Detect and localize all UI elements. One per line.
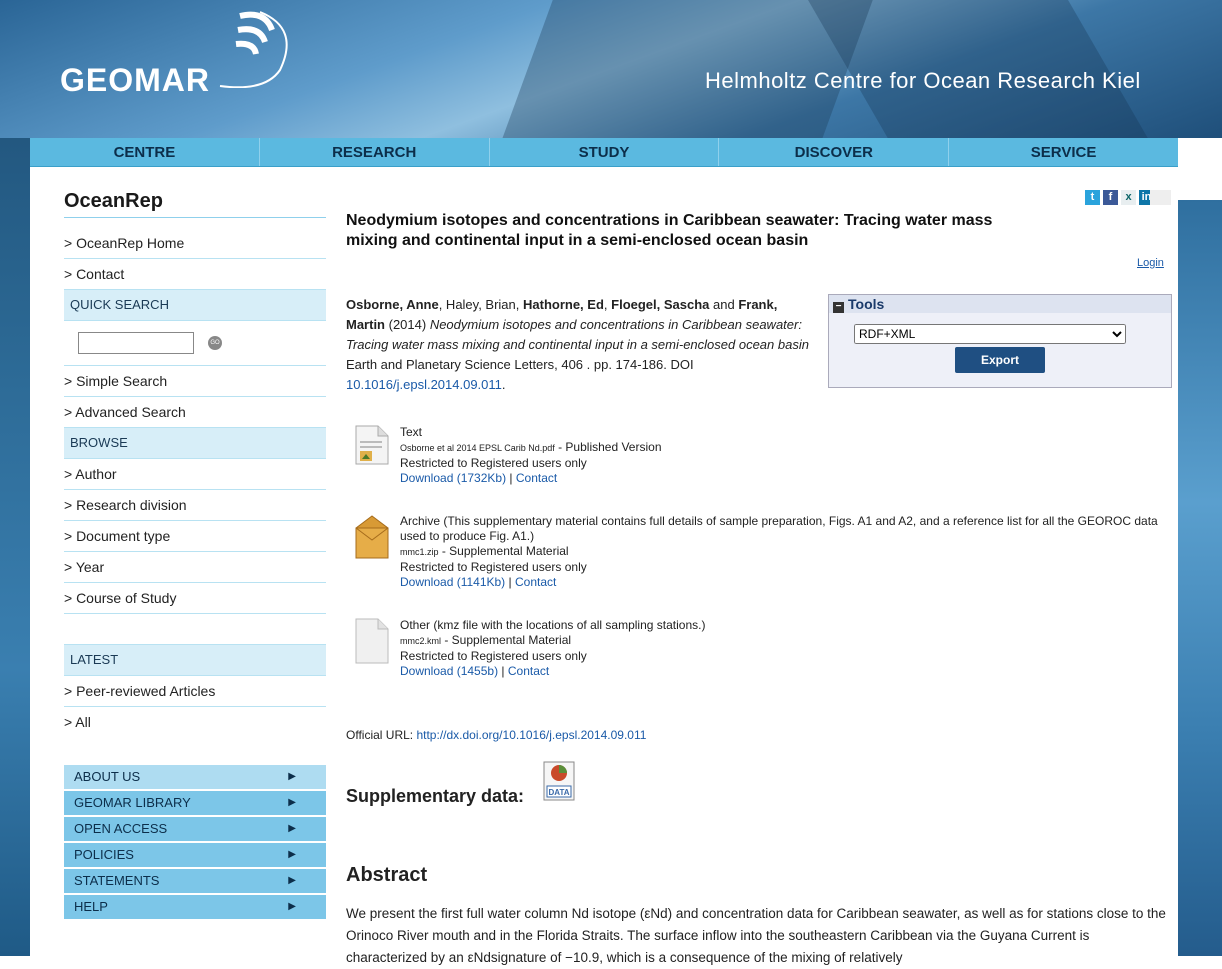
data-icon[interactable]: DATA — [542, 760, 576, 802]
export-format-select[interactable]: RDF+XML — [854, 324, 1126, 344]
page-background-right — [1178, 200, 1222, 956]
sidebar-item-author[interactable]: > Author — [64, 459, 326, 490]
sidebar: OceanRep > OceanRep Home > Contact QUICK… — [64, 190, 326, 921]
arrow-right-icon: ▶ — [288, 797, 296, 808]
quick-search-input[interactable] — [78, 332, 194, 354]
doi-link[interactable]: 10.1016/j.epsl.2014.09.011 — [346, 377, 502, 392]
site-header: GEOMAR Helmholtz Centre for Ocean Resear… — [0, 0, 1222, 138]
xing-icon[interactable]: x — [1121, 190, 1136, 205]
nav-discover[interactable]: DISCOVER — [719, 138, 950, 166]
archive-icon[interactable] — [354, 514, 390, 560]
sidebar-item-research-division[interactable]: > Research division — [64, 490, 326, 521]
sidebar-title: OceanRep — [64, 190, 326, 218]
menu-statements[interactable]: STATEMENTS ▶ — [64, 869, 326, 893]
sidebar-item-simple-search[interactable]: > Simple Search — [64, 366, 326, 397]
main-navigation: CENTRE RESEARCH STUDY DISCOVER SERVICE — [30, 138, 1178, 167]
menu-about-us[interactable]: ABOUT US ▶ — [64, 765, 326, 789]
document-item: Archive (This supplementary material con… — [354, 514, 1174, 590]
export-button[interactable]: Export — [955, 347, 1045, 373]
geomar-logo[interactable]: GEOMAR — [60, 62, 210, 99]
menu-policies[interactable]: POLICIES ▶ — [64, 843, 326, 867]
download-link[interactable]: Download (1732Kb) — [400, 471, 506, 485]
sidebar-item-advanced-search[interactable]: > Advanced Search — [64, 397, 326, 428]
document-item: Other (kmz file with the locations of al… — [354, 618, 1174, 679]
citation: Osborne, Anne, Haley, Brian, Hathorne, E… — [346, 297, 809, 392]
sidebar-item-course-of-study[interactable]: > Course of Study — [64, 583, 326, 614]
svg-text:DATA: DATA — [548, 788, 569, 797]
sidebar-item-document-type[interactable]: > Document type — [64, 521, 326, 552]
search-go-button[interactable]: GO — [208, 336, 222, 350]
menu-geomar-library[interactable]: GEOMAR LIBRARY ▶ — [64, 791, 326, 815]
browse-heading: BROWSE — [64, 428, 326, 459]
sidebar-item-peer-reviewed[interactable]: > Peer-reviewed Articles — [64, 676, 326, 707]
sidebar-menu: ABOUT US ▶ GEOMAR LIBRARY ▶ OPEN ACCESS ▶ P… — [64, 765, 326, 919]
share-icons: t f x in — [1085, 190, 1154, 205]
supplementary-label: Supplementary data: — [346, 786, 525, 806]
official-url: Official URL: http://dx.doi.org/10.1016/… — [346, 728, 647, 742]
page-title: Neodymium isotopes and concentrations in… — [346, 212, 993, 249]
nav-service[interactable]: SERVICE — [949, 138, 1178, 166]
facebook-icon[interactable]: f — [1103, 190, 1118, 205]
collapse-icon[interactable]: − — [833, 302, 844, 313]
abstract-text: We present the first full water column N… — [346, 906, 1166, 965]
nav-study[interactable]: STUDY — [490, 138, 720, 166]
twitter-icon[interactable]: t — [1085, 190, 1100, 205]
nav-research[interactable]: RESEARCH — [260, 138, 490, 166]
generic-file-icon[interactable] — [354, 618, 390, 664]
site-tagline: Helmholtz Centre for Ocean Research Kiel — [705, 68, 1141, 93]
document-list: Text Osborne et al 2014 EPSL Carib Nd.pd… — [354, 425, 1174, 707]
contact-link[interactable]: Contact — [508, 664, 549, 678]
tools-header[interactable]: − Tools — [829, 295, 1171, 313]
menu-open-access[interactable]: OPEN ACCESS ▶ — [64, 817, 326, 841]
geomar-logo-icon — [219, 11, 288, 88]
menu-help[interactable]: HELP ▶ — [64, 895, 326, 919]
sidebar-item-all[interactable]: > All — [64, 707, 326, 737]
latest-heading: LATEST — [64, 645, 326, 676]
nav-centre[interactable]: CENTRE — [30, 138, 260, 166]
download-link[interactable]: Download (1455b) — [400, 664, 498, 678]
sidebar-item-contact[interactable]: > Contact — [64, 259, 326, 290]
arrow-right-icon: ▶ — [288, 771, 296, 782]
quick-search-heading: QUICK SEARCH — [64, 290, 326, 321]
sidebar-item-year[interactable]: > Year — [64, 552, 326, 583]
page-background-left — [0, 0, 30, 956]
document-item: Text Osborne et al 2014 EPSL Carib Nd.pd… — [354, 425, 1174, 486]
arrow-right-icon: ▶ — [288, 901, 296, 912]
quick-search-row: GO — [64, 321, 326, 366]
pdf-document-icon[interactable] — [354, 425, 390, 465]
tools-panel: − Tools RDF+XML Export — [828, 294, 1172, 388]
sidebar-item-home[interactable]: > OceanRep Home — [64, 228, 326, 259]
abstract-heading: Abstract — [346, 864, 428, 886]
login-link[interactable]: Login — [1137, 257, 1164, 269]
arrow-right-icon: ▶ — [288, 875, 296, 886]
download-link[interactable]: Download (1141Kb) — [400, 575, 505, 589]
official-url-link[interactable]: http://dx.doi.org/10.1016/j.epsl.2014.09… — [416, 728, 646, 742]
arrow-right-icon: ▶ — [288, 849, 296, 860]
arrow-right-icon: ▶ — [288, 823, 296, 834]
contact-link[interactable]: Contact — [515, 575, 556, 589]
contact-link[interactable]: Contact — [516, 471, 557, 485]
